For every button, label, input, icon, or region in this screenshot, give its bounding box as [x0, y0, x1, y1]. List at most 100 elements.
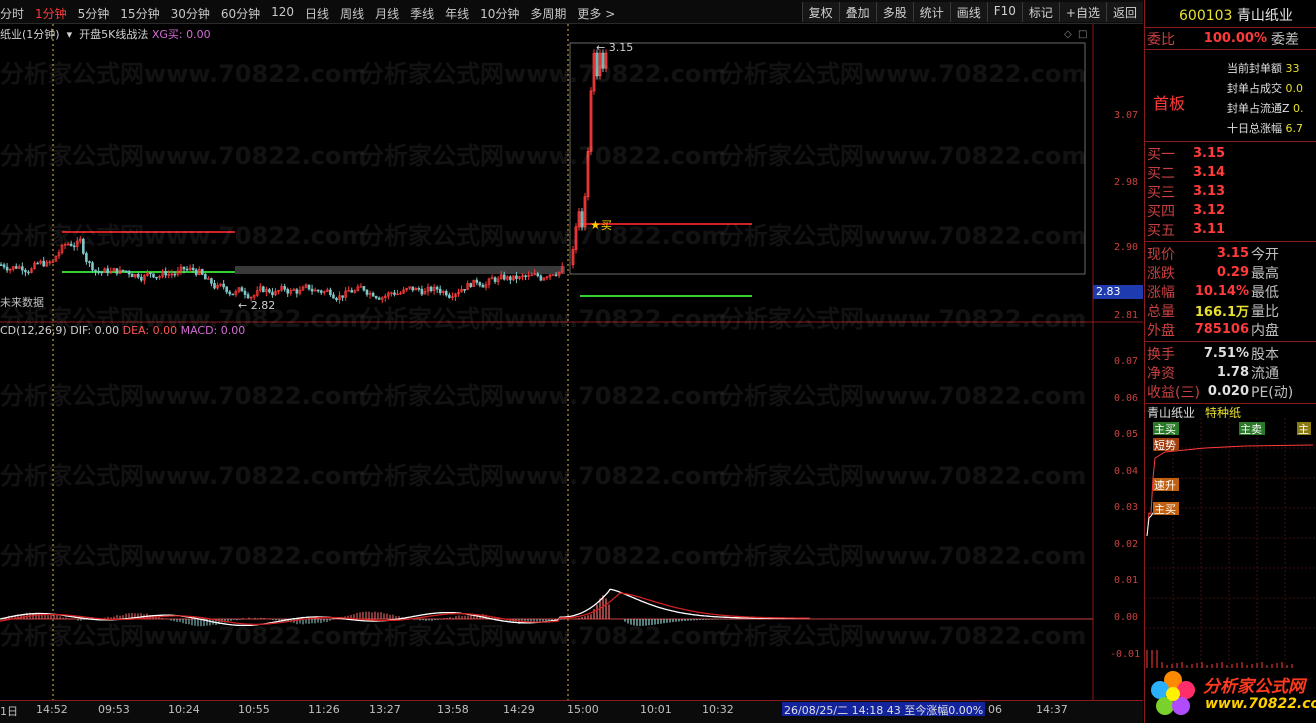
- macd-axis-label: 0.01: [1114, 575, 1139, 586]
- period-tab[interactable]: 年线: [445, 5, 469, 22]
- quote-value: 3.15: [1216, 246, 1249, 261]
- period-tab[interactable]: 10分钟: [480, 5, 519, 22]
- time-label: 13:58: [437, 703, 469, 716]
- toolbar-button[interactable]: +自选: [1058, 2, 1106, 22]
- period-tab[interactable]: 15分钟: [120, 5, 159, 22]
- seal-item-value: 0.0: [1282, 82, 1303, 95]
- toolbar-button[interactable]: 标记: [1021, 2, 1059, 22]
- candle-body: [359, 286, 363, 288]
- period-tab[interactable]: 日线: [305, 5, 329, 22]
- candle-body: [435, 286, 439, 290]
- time-label: 14:29: [503, 703, 535, 716]
- sector-tab[interactable]: 特种纸: [1205, 404, 1241, 420]
- star-icon: ★: [590, 218, 601, 232]
- candle-body: [155, 276, 158, 279]
- period-tab[interactable]: 月线: [375, 5, 399, 22]
- square-icon[interactable]: □: [1078, 29, 1087, 40]
- bid-row[interactable]: 买一 3.15: [1147, 144, 1316, 163]
- indicator-name[interactable]: 开盘5K线战法: [79, 28, 148, 41]
- candle-body: [362, 286, 366, 291]
- candle-body: [329, 289, 332, 296]
- candle-body: [539, 275, 543, 281]
- chart-area[interactable]: ◇ □ ← 3.15 ← 2.82 ★ 买 纸业(1分钟) ▾ 开盘5K线战法 XG买: …: [0, 24, 1143, 700]
- quote-panel: 600103 青山纸业 委比 100.00% 委差 首板 当前封单额 33 封单占…: [1144, 0, 1316, 723]
- quote-row: 现价 3.15 今开: [1147, 244, 1316, 263]
- candle-body: [210, 278, 213, 284]
- candle-body: [319, 290, 323, 293]
- flower-logo-icon: [1151, 671, 1195, 715]
- price-axis-label: 2.90: [1114, 242, 1139, 253]
- kline-chart[interactable]: ◇ □ ← 3.15 ← 2.82 ★ 买: [0, 24, 1143, 700]
- bid-row[interactable]: 买二 3.14: [1147, 163, 1316, 182]
- toolbar-button[interactable]: 复权: [801, 2, 839, 22]
- toolbar-button[interactable]: F10: [986, 2, 1022, 22]
- candle-body: [469, 283, 473, 287]
- stock-name: 青山纸业: [1236, 8, 1293, 24]
- candle-body: [201, 269, 204, 275]
- period-tab[interactable]: 分时: [0, 5, 24, 22]
- macd-value: MACD: 0.00: [180, 324, 246, 337]
- quote-list: 现价 3.15 今开 涨跌 0.29 最高 涨幅 10.14% 最低 总量 166.1万 量比 外盘 78…: [1145, 242, 1316, 342]
- quote-row: 收益(三) 0.020 PE(动): [1147, 382, 1316, 401]
- seal-item: 当前封单额 33: [1227, 60, 1300, 76]
- time-label: 13:27: [369, 703, 401, 716]
- seal-item-value: 0.: [1289, 102, 1304, 115]
- candle-body: [310, 288, 314, 292]
- period-tab[interactable]: 更多 >: [577, 5, 615, 22]
- macd-name: CD(12,26,9): [0, 324, 67, 337]
- quote-right-label: 股本: [1251, 346, 1279, 363]
- toolbar-button[interactable]: 画线: [949, 2, 987, 22]
- candle-body: [100, 271, 103, 274]
- time-label: 09:53: [98, 703, 130, 716]
- bid-price: 3.15: [1193, 146, 1226, 161]
- candle-body: [478, 282, 482, 286]
- toolbar-button[interactable]: 返回: [1105, 2, 1143, 22]
- period-tab[interactable]: 60分钟: [221, 5, 260, 22]
- time-label: 14:37: [1036, 703, 1068, 716]
- candle-body: [225, 286, 228, 293]
- bid-row[interactable]: 买四 3.12: [1147, 201, 1316, 220]
- bid-row[interactable]: 买五 3.11: [1147, 220, 1316, 239]
- bid-price: 3.14: [1193, 165, 1226, 180]
- period-tab[interactable]: 1分钟: [35, 5, 67, 22]
- quote-row: 净资 1.78 流通: [1147, 363, 1316, 382]
- period-tab[interactable]: 多周期: [530, 5, 566, 22]
- stock-header[interactable]: 600103 青山纸业: [1145, 0, 1316, 28]
- toolbar-button[interactable]: 统计: [912, 2, 950, 22]
- period-tab[interactable]: 周线: [340, 5, 364, 22]
- dropdown-icon[interactable]: ▾: [63, 28, 76, 41]
- candle-body: [444, 291, 448, 296]
- candle-body: [335, 297, 338, 301]
- sector-tab[interactable]: 青山纸业: [1147, 404, 1195, 420]
- mini-intraday-chart[interactable]: 主买 主卖 主短势速升主买: [1145, 418, 1316, 668]
- quote-list-2: 换手 7.51% 股本 净资 1.78 流通 收益(三) 0.020 PE(动): [1145, 342, 1316, 404]
- candle-body: [332, 294, 335, 299]
- period-tab[interactable]: 5分钟: [78, 5, 110, 22]
- candle-body: [365, 289, 369, 295]
- candle-body: [286, 288, 290, 294]
- time-axis-bar: 1日 14:52 09:53 10:24 10:55 11:26 13:27 13:58 14:…: [0, 700, 1143, 723]
- candle-body: [341, 295, 344, 298]
- seal-item-value: 33: [1282, 62, 1300, 75]
- period-tab[interactable]: 120: [271, 5, 294, 22]
- toolbar-button[interactable]: 叠加: [838, 2, 876, 22]
- period-tab[interactable]: 季线: [410, 5, 434, 22]
- time-label: 1日: [0, 705, 18, 718]
- candle-body: [85, 253, 88, 262]
- diamond-icon[interactable]: ◇: [1064, 29, 1072, 40]
- seal-item-label: 封单占成交: [1227, 82, 1282, 95]
- candle-body: [88, 261, 91, 263]
- bid-row[interactable]: 买三 3.13: [1147, 182, 1316, 201]
- candle-body: [271, 291, 274, 296]
- bid-label: 买二: [1147, 165, 1175, 182]
- seal-item: 十日总涨幅 6.7: [1227, 120, 1303, 136]
- quote-right-label: 量比: [1251, 303, 1279, 320]
- period-tab[interactable]: 30分钟: [171, 5, 210, 22]
- seal-info: 首板 当前封单额 33 封单占成交 0.0 封单占流通Z 0. 十日总涨幅 6.7: [1145, 50, 1316, 142]
- ratio-value: 100.00%: [1203, 31, 1267, 46]
- candle-body: [82, 238, 85, 254]
- quote-row: 外盘 785106 内盘: [1147, 320, 1316, 339]
- candle-body: [283, 286, 286, 290]
- macd-axis-label: 0.02: [1114, 539, 1139, 550]
- toolbar-button[interactable]: 多股: [875, 2, 913, 22]
